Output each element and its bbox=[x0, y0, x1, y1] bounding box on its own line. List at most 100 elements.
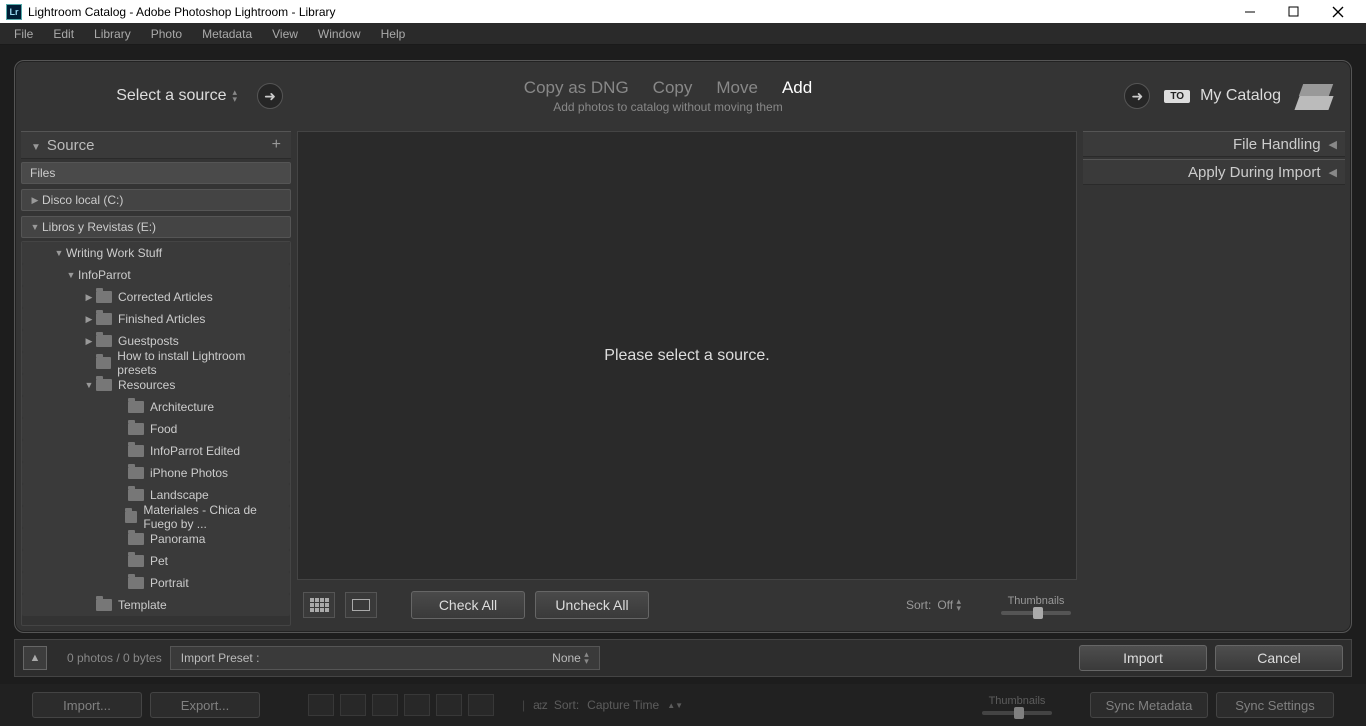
sort-label: Sort: bbox=[906, 598, 931, 612]
sort-dropdown[interactable]: Off ▴▾ bbox=[937, 598, 961, 613]
folder-row[interactable]: ▼Writing Work Stuff bbox=[22, 242, 290, 264]
folder-icon bbox=[128, 423, 144, 435]
menu-metadata[interactable]: Metadata bbox=[192, 27, 262, 41]
apply-during-import-panel[interactable]: Apply During Import◀ bbox=[1083, 159, 1345, 185]
import-button[interactable]: Import bbox=[1079, 645, 1207, 671]
folder-icon bbox=[96, 357, 112, 369]
minimize-button[interactable] bbox=[1228, 0, 1272, 23]
bg-survey-view-icon[interactable] bbox=[404, 694, 430, 716]
bg-thumbnails-label: Thumbnails bbox=[989, 695, 1046, 707]
file-handling-panel[interactable]: File Handling◀ bbox=[1083, 131, 1345, 157]
thumbnail-size-slider[interactable] bbox=[1001, 611, 1071, 615]
disclosure-triangle-icon[interactable]: ▶ bbox=[82, 336, 96, 347]
folder-row[interactable]: Architecture bbox=[22, 396, 290, 418]
sync-settings-button[interactable]: Sync Settings bbox=[1216, 692, 1334, 718]
bg-compare-view-icon[interactable] bbox=[372, 694, 398, 716]
bg-import-button[interactable]: Import... bbox=[32, 692, 142, 718]
bg-sort-icon[interactable]: a↕z bbox=[533, 698, 546, 712]
sync-metadata-button[interactable]: Sync Metadata bbox=[1090, 692, 1208, 718]
folder-row[interactable]: Panorama bbox=[22, 528, 290, 550]
folder-icon bbox=[128, 401, 144, 413]
folder-row[interactable]: InfoParrot Edited bbox=[22, 440, 290, 462]
uncheck-all-button[interactable]: Uncheck All bbox=[535, 591, 649, 619]
drive-c[interactable]: ▶ Disco local (C:) bbox=[21, 189, 291, 211]
folder-icon bbox=[128, 489, 144, 501]
bg-painter-icon[interactable] bbox=[468, 694, 494, 716]
disclosure-triangle-icon[interactable]: ▶ bbox=[82, 314, 96, 325]
bg-export-button[interactable]: Export... bbox=[150, 692, 260, 718]
bg-sort-value[interactable]: Capture Time bbox=[587, 698, 659, 712]
folder-icon bbox=[96, 335, 112, 347]
folder-row[interactable]: How to install Lightroom presets bbox=[22, 352, 290, 374]
select-source-button[interactable]: Select a source ▴▾ bbox=[116, 87, 237, 105]
bg-grid-view-icon[interactable] bbox=[308, 694, 334, 716]
folder-tree: ▼Writing Work Stuff▼InfoParrot▶Corrected… bbox=[21, 241, 291, 626]
folder-row[interactable]: ▼InfoParrot bbox=[22, 264, 290, 286]
folder-row[interactable]: Food bbox=[22, 418, 290, 440]
folder-row[interactable]: Materiales - Chica de Fuego by ... bbox=[22, 506, 290, 528]
folder-label: Template bbox=[118, 598, 167, 612]
to-badge: TO bbox=[1164, 90, 1190, 103]
folder-label: Landscape bbox=[150, 488, 209, 502]
close-button[interactable] bbox=[1316, 0, 1360, 23]
dest-forward-icon[interactable]: ➜ bbox=[1124, 83, 1150, 109]
folder-row[interactable]: ▶Corrected Articles bbox=[22, 286, 290, 308]
grid-view-button[interactable] bbox=[303, 592, 335, 618]
folder-label: Writing Work Stuff bbox=[66, 246, 162, 260]
source-panel-header[interactable]: ▼Source + bbox=[21, 131, 291, 159]
library-bottom-bar: Import... Export... | a↕z Sort: Capture … bbox=[0, 684, 1366, 726]
menu-view[interactable]: View bbox=[262, 27, 308, 41]
loupe-view-button[interactable] bbox=[345, 592, 377, 618]
folder-label: Materiales - Chica de Fuego by ... bbox=[143, 503, 284, 531]
check-all-button[interactable]: Check All bbox=[411, 591, 525, 619]
disclosure-triangle-icon[interactable]: ▼ bbox=[64, 270, 78, 280]
drive-e[interactable]: ▼ Libros y Revistas (E:) bbox=[21, 216, 291, 238]
folder-label: InfoParrot Edited bbox=[150, 444, 240, 458]
folder-label: Guestposts bbox=[118, 334, 179, 348]
folder-icon bbox=[125, 511, 137, 523]
folder-row[interactable]: ▼Resources bbox=[22, 374, 290, 396]
mode-copy-dng[interactable]: Copy as DNG bbox=[524, 78, 629, 98]
folder-label: Pet bbox=[150, 554, 168, 568]
folder-row[interactable]: iPhone Photos bbox=[22, 462, 290, 484]
add-source-icon[interactable]: + bbox=[272, 136, 281, 154]
folder-label: Panorama bbox=[150, 532, 205, 546]
expand-collapse-button[interactable]: ▲ bbox=[23, 646, 47, 670]
bg-loupe-view-icon[interactable] bbox=[340, 694, 366, 716]
hdd-icon bbox=[1295, 82, 1333, 110]
folder-row[interactable]: Template bbox=[22, 594, 290, 616]
maximize-button[interactable] bbox=[1272, 0, 1316, 23]
menu-file[interactable]: File bbox=[4, 27, 43, 41]
folder-label: How to install Lightroom presets bbox=[117, 349, 284, 377]
folder-icon bbox=[128, 467, 144, 479]
menu-edit[interactable]: Edit bbox=[43, 27, 84, 41]
files-tab[interactable]: Files bbox=[21, 162, 291, 184]
menu-library[interactable]: Library bbox=[84, 27, 141, 41]
folder-label: Architecture bbox=[150, 400, 214, 414]
folder-row[interactable]: Pet bbox=[22, 550, 290, 572]
source-forward-icon[interactable]: ➜ bbox=[257, 83, 283, 109]
disclosure-triangle-icon[interactable]: ▼ bbox=[82, 380, 96, 390]
window-title: Lightroom Catalog - Adobe Photoshop Ligh… bbox=[28, 5, 336, 19]
menu-photo[interactable]: Photo bbox=[141, 27, 192, 41]
folder-label: InfoParrot bbox=[78, 268, 131, 282]
folder-label: Food bbox=[150, 422, 177, 436]
mode-move[interactable]: Move bbox=[716, 78, 758, 98]
import-preset-dropdown[interactable]: Import Preset : None ▴▾ bbox=[170, 646, 600, 670]
menu-window[interactable]: Window bbox=[308, 27, 371, 41]
destination-button[interactable]: TO My Catalog bbox=[1164, 87, 1281, 105]
disclosure-triangle-icon[interactable]: ▶ bbox=[82, 292, 96, 303]
folder-row[interactable]: ▶ Finished Articles bbox=[22, 308, 290, 330]
folder-label: iPhone Photos bbox=[150, 466, 228, 480]
folder-row[interactable]: Portrait bbox=[22, 572, 290, 594]
import-status: 0 photos / 0 bytes bbox=[67, 651, 162, 665]
mode-copy[interactable]: Copy bbox=[653, 78, 693, 98]
import-dialog: Select a source ▴▾ ➜ Copy as DNG Copy Mo… bbox=[14, 60, 1352, 633]
cancel-button[interactable]: Cancel bbox=[1215, 645, 1343, 671]
bg-thumbnail-slider[interactable] bbox=[982, 711, 1052, 715]
folder-label: Finished Articles bbox=[118, 312, 205, 326]
menu-help[interactable]: Help bbox=[371, 27, 416, 41]
mode-add[interactable]: Add bbox=[782, 78, 812, 98]
disclosure-triangle-icon[interactable]: ▼ bbox=[52, 248, 66, 258]
bg-people-view-icon[interactable] bbox=[436, 694, 462, 716]
